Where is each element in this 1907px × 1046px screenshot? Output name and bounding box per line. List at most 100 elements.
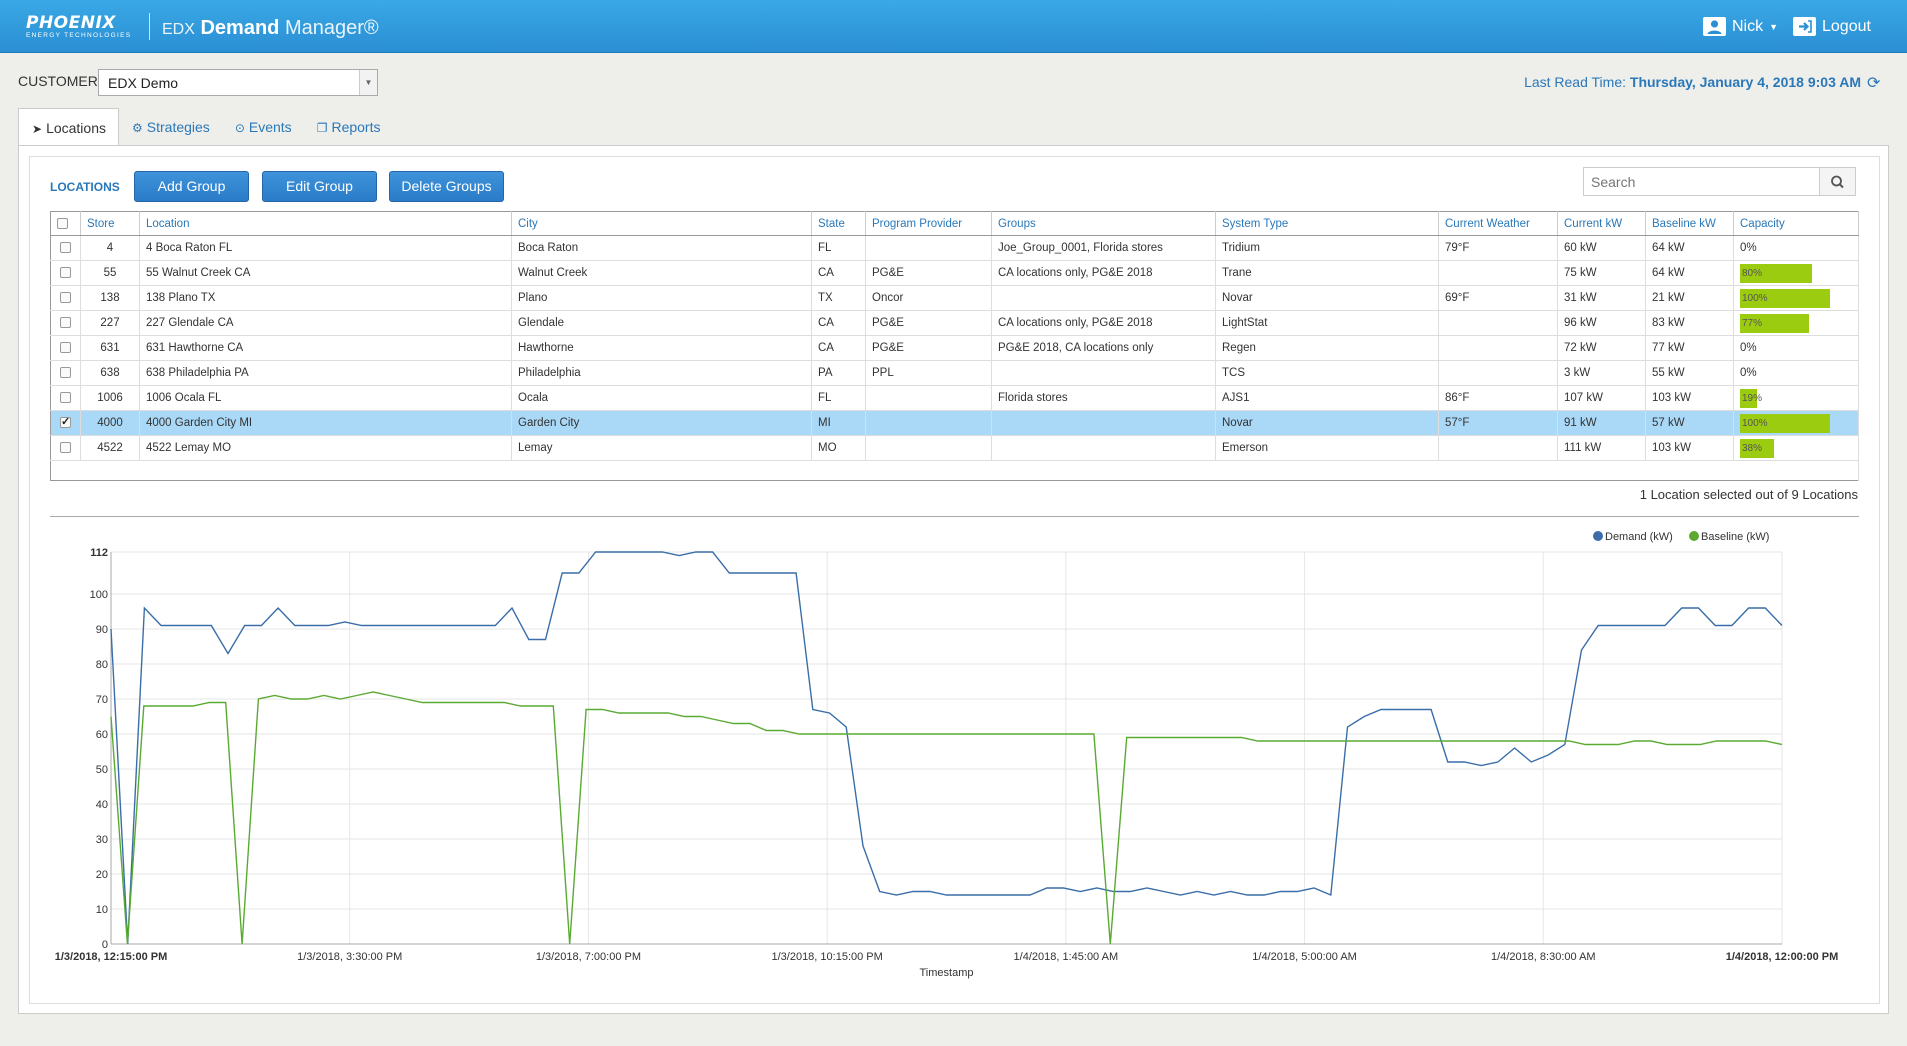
row-checkbox[interactable]: [60, 342, 71, 354]
y-tick-label: 10: [96, 904, 108, 916]
demand-chart: 0 10 20 30 40 50 60 70 80 90 100 112 1/3/2018, 12:15…: [50, 525, 1860, 1005]
row-checkbox-cell: [50, 285, 81, 311]
logout-label: Logout: [1822, 17, 1871, 35]
store-cell: 4000: [80, 410, 140, 436]
y-tick-label: 90: [96, 624, 108, 636]
column-header-baseline-kw[interactable]: Baseline kW: [1645, 211, 1734, 236]
baseline-kw-cell: 103 kW: [1645, 435, 1734, 461]
row-checkbox[interactable]: [60, 442, 71, 454]
provider-cell: [865, 385, 992, 411]
row-checkbox[interactable]: [60, 292, 71, 304]
store-cell: 4: [80, 235, 140, 261]
current-kw-cell: 91 kW: [1557, 410, 1646, 436]
clock-icon: ⊙: [234, 121, 245, 135]
table-row[interactable]: 631 631 Hawthorne CA Hawthorne CA PG&E PG&E 2…: [50, 335, 1859, 361]
city-cell: Ocala: [511, 385, 812, 411]
legend-marker: [1689, 531, 1699, 541]
locations-table: Store Location City State Program Provid…: [50, 211, 1859, 481]
logout-button[interactable]: Logout: [1793, 17, 1871, 36]
column-header-state[interactable]: State: [811, 211, 866, 236]
state-cell: MI: [811, 410, 866, 436]
column-header-city[interactable]: City: [511, 211, 812, 236]
row-checkbox[interactable]: [60, 267, 71, 279]
tab-reports[interactable]: ❐ Reports: [304, 108, 393, 146]
baseline-kw-cell: 103 kW: [1645, 385, 1734, 411]
tab-locations[interactable]: ➤ Locations: [18, 108, 119, 146]
table-row[interactable]: 44 Boca Raton FL Boca Raton FL Joe_Group_00…: [50, 235, 1859, 261]
copy-icon: ❐: [316, 121, 328, 135]
row-checkbox[interactable]: [60, 367, 71, 379]
select-all-header: [50, 211, 81, 236]
provider-cell: [865, 435, 992, 461]
state-cell: CA: [811, 310, 866, 336]
store-cell: 631: [80, 335, 140, 361]
brand-divider: [149, 13, 150, 40]
app-title-suffix: Manager®: [284, 17, 379, 39]
table-row[interactable]: 40004000 Garden City MIGarden CityMI Nova…: [50, 410, 1859, 436]
system-type-cell: LightStat: [1215, 310, 1439, 336]
y-tick-label: 60: [96, 729, 108, 741]
y-tick-label: 20: [96, 869, 108, 881]
table-spacer-cell: [50, 460, 1859, 481]
city-cell: Walnut Creek: [511, 260, 812, 286]
provider-cell: [865, 410, 992, 436]
store-cell: 227: [80, 310, 140, 336]
location-cell: 55 Walnut Creek CA: [139, 260, 512, 286]
table-row[interactable]: 55 55 Walnut Creek CA Walnut Creek CA PG&E CA…: [50, 260, 1859, 286]
current-kw-cell: 60 kW: [1557, 235, 1646, 261]
y-tick-label: 40: [96, 799, 108, 811]
brand-logo[interactable]: PHOENIX ENERGY TECHNOLOGIES: [26, 13, 131, 39]
column-header-current-kw[interactable]: Current kW: [1557, 211, 1646, 236]
city-cell: Lemay: [511, 435, 812, 461]
column-header-capacity[interactable]: Capacity: [1733, 211, 1859, 236]
table-spacer-row: [50, 460, 1859, 481]
selection-summary: 1 Location selected out of 9 Locations: [1639, 487, 1858, 502]
location-cell: 4522 Lemay MO: [139, 435, 512, 461]
city-cell: Hawthorne: [511, 335, 812, 361]
weather-cell: [1438, 435, 1558, 461]
column-header-system-type[interactable]: System Type: [1215, 211, 1439, 236]
app-title-prefix: EDX: [162, 21, 195, 38]
table-row[interactable]: 4522 4522 Lemay MO Lemay MO Emerson 111 kW 103…: [50, 435, 1859, 461]
column-header-program-provider[interactable]: Program Provider: [865, 211, 992, 236]
tab-strategies[interactable]: ⚙ Strategies: [119, 108, 222, 146]
tab-events[interactable]: ⊙ Events: [222, 108, 304, 146]
weather-cell: [1438, 260, 1558, 286]
capacity-cell: 100%: [1733, 410, 1859, 436]
row-checkbox[interactable]: [60, 392, 71, 404]
row-checkbox[interactable]: [60, 415, 71, 429]
system-type-cell: Novar: [1215, 410, 1439, 436]
location-cell: 1006 Ocala FL: [139, 385, 512, 411]
column-header-location[interactable]: Location: [139, 211, 512, 236]
table-row[interactable]: 638 638 Philadelphia PA Philadelphia PA PPL T…: [50, 360, 1859, 386]
location-cell: 4 Boca Raton FL: [139, 235, 512, 261]
state-cell: PA: [811, 360, 866, 386]
delete-groups-button[interactable]: Delete Groups: [389, 171, 504, 202]
user-menu[interactable]: Nick ▼: [1703, 17, 1778, 36]
column-header-store[interactable]: Store: [80, 211, 140, 236]
location-cell: 227 Glendale CA: [139, 310, 512, 336]
search-button[interactable]: [1820, 167, 1856, 196]
groups-cell: [991, 435, 1216, 461]
table-row[interactable]: 138 138 Plano TX Plano TX Oncor Novar 69°F 31 k…: [50, 285, 1859, 311]
groups-cell: CA locations only, PG&E 2018: [991, 260, 1216, 286]
search-input[interactable]: [1583, 167, 1820, 196]
column-header-groups[interactable]: Groups: [991, 211, 1216, 236]
row-checkbox-cell: [50, 360, 81, 386]
add-group-button[interactable]: Add Group: [134, 171, 249, 202]
table-row[interactable]: 227 227 Glendale CA Glendale CA PG&E CA locat…: [50, 310, 1859, 336]
weather-cell: [1438, 310, 1558, 336]
groups-cell: Joe_Group_0001, Florida stores: [991, 235, 1216, 261]
customer-select[interactable]: EDX Demo ▼: [98, 69, 378, 96]
select-all-checkbox[interactable]: [57, 217, 68, 229]
row-checkbox[interactable]: [60, 242, 71, 254]
store-cell: 1006: [80, 385, 140, 411]
groups-cell: [991, 410, 1216, 436]
row-checkbox[interactable]: [60, 317, 71, 329]
edit-group-button[interactable]: Edit Group: [262, 171, 377, 202]
baseline-kw-cell: 55 kW: [1645, 360, 1734, 386]
table-row[interactable]: 1006 1006 Ocala FL Ocala FL Florida stores AJ…: [50, 385, 1859, 411]
app-title: EDX Demand Manager®: [162, 17, 379, 40]
refresh-icon[interactable]: ⟳: [1867, 73, 1880, 93]
column-header-current-weather[interactable]: Current Weather: [1438, 211, 1558, 236]
